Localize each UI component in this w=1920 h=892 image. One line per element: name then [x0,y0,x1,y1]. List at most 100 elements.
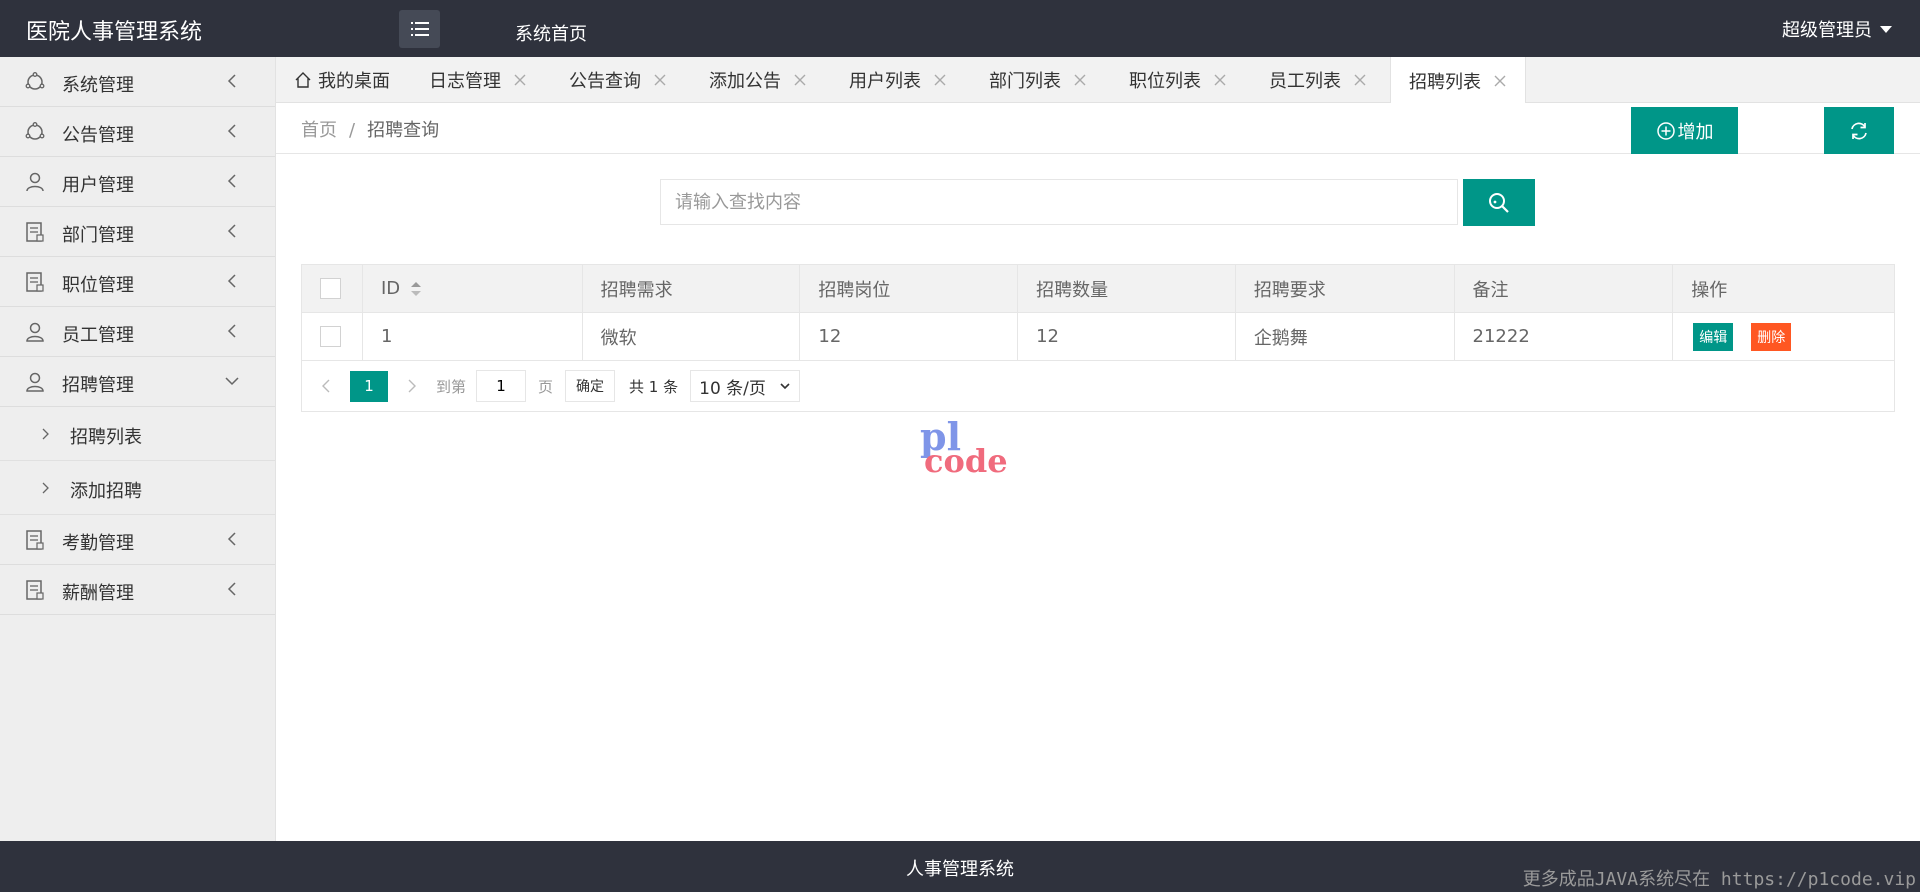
breadcrumb-current: 招聘查询 [367,120,440,141]
refresh-icon [1851,122,1867,139]
svg-text:code: code [924,442,1008,478]
home-link[interactable]: 系统首页 [515,20,587,46]
cell-demand: 微软 [583,313,801,360]
column-header-position: 招聘岗位 [800,265,1019,312]
tab-notice-query[interactable]: 公告查询 [569,57,667,103]
close-icon[interactable] [1353,73,1367,87]
row-checkbox[interactable] [320,326,341,347]
tab-my-desktop[interactable]: 我的桌面 [294,57,390,103]
chevron-left-icon [227,532,236,546]
page-button-current[interactable]: 1 [350,370,388,402]
tab-label: 部门列表 [989,71,1061,92]
tab-label: 招聘列表 [1409,71,1481,93]
page-size-select[interactable]: 10 条/页 [690,370,801,402]
tab-position-list[interactable]: 职位列表 [1129,57,1227,103]
footer-watermark-text: 更多成品JAVA系统尽在 https://p1code.vip [1522,869,1916,890]
chevron-left-icon [227,582,236,596]
user-card-icon [26,322,44,342]
user-menu[interactable]: 超级管理员 [1782,16,1892,42]
top-header: 医院人事管理系统 系统首页 超级管理员 [0,0,1920,57]
breadcrumb-separator: / [349,120,356,141]
tab-label: 我的桌面 [318,71,390,92]
sidebar-item-system[interactable]: 系统管理 [0,57,275,107]
sidebar-toggle-button[interactable] [399,10,440,48]
sidebar-subitem-label: 添加招聘 [70,481,142,502]
sidebar-item-salary[interactable]: 薪酬管理 [0,565,275,615]
tab-label: 职位列表 [1129,71,1201,92]
chevron-left-icon [227,124,236,138]
breadcrumb-bar: 首页 / 招聘查询 增加 [276,103,1920,154]
close-icon[interactable] [1073,73,1087,87]
sidebar-item-employee[interactable]: 员工管理 [0,307,275,357]
sidebar-subitem-label: 招聘列表 [70,427,142,448]
caret-down-icon [1880,25,1892,33]
sidebar-subitem-recruitment-list[interactable]: 招聘列表 [0,407,275,461]
edit-button[interactable]: 编辑 [1693,322,1734,351]
close-icon[interactable] [793,73,807,87]
home-icon [295,72,311,88]
tab-add-notice[interactable]: 添加公告 [709,57,807,103]
close-icon[interactable] [653,73,667,87]
chevron-left-icon [227,324,236,338]
sidebar-item-label: 部门管理 [62,225,134,246]
cell-id: 1 [363,313,583,360]
select-all-checkbox[interactable] [320,278,341,299]
cell-requirement: 企鹅舞 [1236,313,1455,360]
sidebar-item-department[interactable]: 部门管理 [0,207,275,257]
chevron-left-icon[interactable] [320,377,332,395]
sidebar-item-notice[interactable]: 公告管理 [0,107,275,157]
tab-label: 添加公告 [709,71,781,92]
sidebar-item-attendance[interactable]: 考勤管理 [0,515,275,565]
chevron-left-icon [227,274,236,288]
goto-label: 到第 [436,377,467,396]
tab-employee-list[interactable]: 员工列表 [1269,57,1367,103]
column-header-remark: 备注 [1455,265,1674,312]
sidebar-item-position[interactable]: 职位管理 [0,257,275,307]
breadcrumb-home[interactable]: 首页 [301,120,337,141]
sidebar-item-user[interactable]: 用户管理 [0,157,275,207]
tab-label: 用户列表 [849,71,921,92]
sidebar-item-recruitment[interactable]: 招聘管理 [0,357,275,407]
cell-remark: 21222 [1455,313,1674,360]
search-button[interactable] [1463,179,1535,226]
sort-icon[interactable] [410,280,422,298]
tab-log-management[interactable]: 日志管理 [429,57,527,103]
close-icon[interactable] [933,73,947,87]
settings-icon [25,72,45,90]
chevron-right-icon[interactable] [406,377,418,395]
sidebar-subitem-add-recruitment[interactable]: 添加招聘 [0,461,275,515]
page-size-value: 10 条/页 [699,378,766,399]
sidebar-item-label: 考勤管理 [62,533,134,554]
sidebar-item-label: 员工管理 [62,325,134,346]
column-header-requirement: 招聘要求 [1236,265,1455,312]
chevron-right-icon [42,428,49,440]
total-count: 共 1 条 [629,377,679,396]
refresh-button[interactable] [1824,107,1894,154]
column-header-label: 备注 [1472,279,1509,301]
document-icon [26,530,44,550]
tab-bar: 我的桌面 日志管理 公告查询 添加公告 用户列表 部门列表 职位列表 员工列表 … [276,57,1920,104]
chevron-down-icon [225,377,239,386]
chevron-left-icon [227,224,236,238]
row-select-cell [302,313,363,360]
close-icon[interactable] [1493,74,1507,88]
delete-button[interactable]: 删除 [1751,322,1792,351]
plus-circle-icon [1656,121,1675,140]
column-header-id[interactable]: ID [363,265,583,312]
chevron-left-icon [227,174,236,188]
pagination: 1 到第 页 确定 共 1 条 10 条/页 [302,361,1894,411]
chevron-down-icon [780,383,790,390]
page-unit-label: 页 [538,377,554,396]
close-icon[interactable] [1213,73,1227,87]
table-row: 1 微软 12 12 企鹅舞 21222 编辑 删除 [302,313,1894,361]
search-input[interactable] [660,179,1458,225]
tab-recruitment-list[interactable]: 招聘列表 [1390,57,1526,104]
column-header-label: 招聘需求 [600,279,673,301]
add-button[interactable]: 增加 [1631,107,1738,154]
goto-confirm-button[interactable]: 确定 [565,370,616,402]
tab-user-list[interactable]: 用户列表 [849,57,947,103]
tab-department-list[interactable]: 部门列表 [989,57,1087,103]
sidebar-item-label: 公告管理 [62,125,134,146]
close-icon[interactable] [513,73,527,87]
goto-page-input[interactable] [476,370,527,402]
